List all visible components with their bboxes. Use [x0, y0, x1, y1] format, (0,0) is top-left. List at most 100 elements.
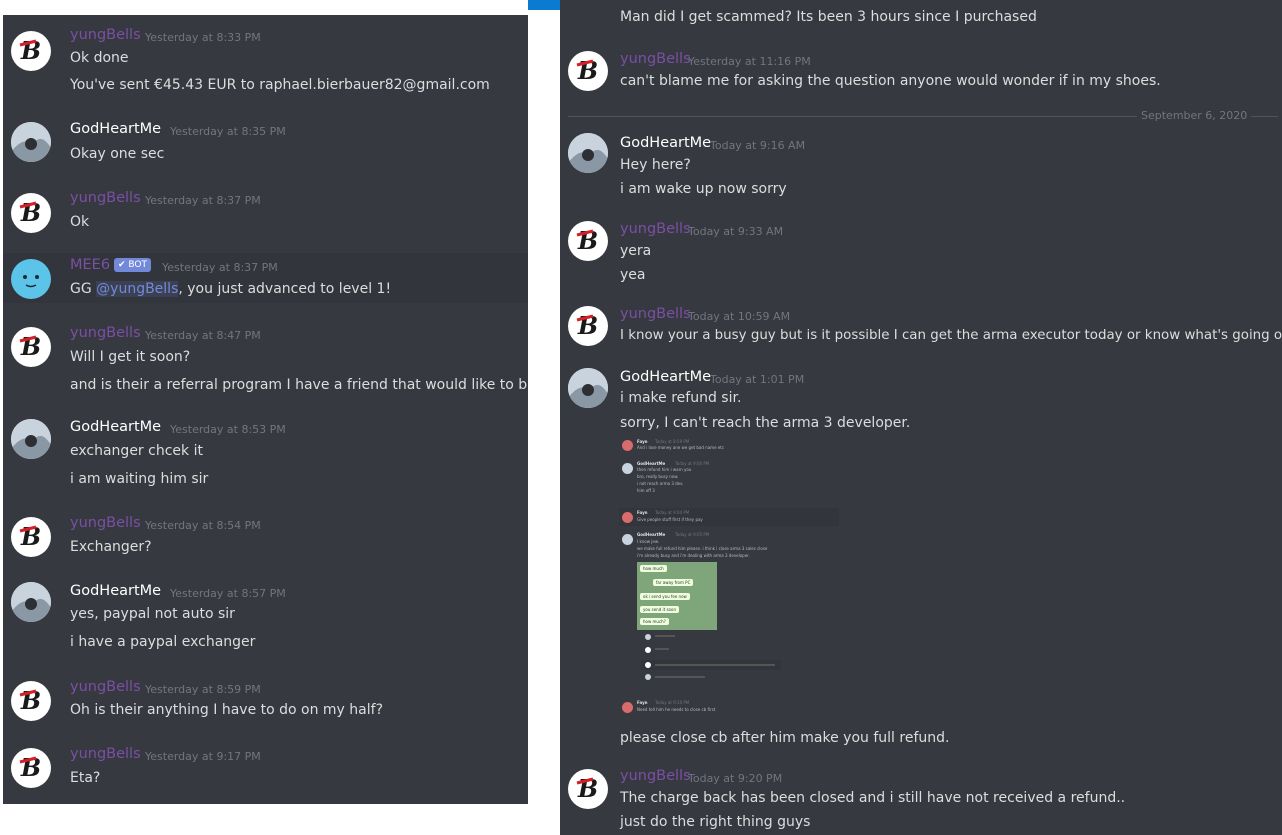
mini-timestamp: Today at 9:04 PM: [655, 510, 690, 515]
message-line: The charge back has been closed and i st…: [620, 790, 1126, 806]
bridgestone-avatar[interactable]: B: [568, 51, 608, 91]
message-line: please close cb after him make you full …: [620, 730, 950, 746]
user-photo-avatar[interactable]: [11, 419, 51, 459]
message-line: Hey here?: [620, 157, 691, 173]
mini-avatar: [622, 534, 633, 545]
bridgestone-avatar[interactable]: B: [11, 327, 51, 367]
timestamp: Today at 10:59 AM: [688, 310, 791, 323]
mini-bubble: you send it soon: [640, 606, 679, 613]
author-name[interactable]: yungBells: [70, 325, 141, 341]
svg-text:B: B: [577, 311, 598, 340]
timestamp: Today at 9:20 PM: [688, 772, 783, 785]
svg-text:B: B: [577, 56, 598, 85]
mini-author: GodHeartMe: [637, 461, 666, 466]
message-line: yera: [620, 243, 652, 259]
author-name[interactable]: yungBells: [620, 768, 691, 784]
date-divider-label: September 6, 2020: [1137, 109, 1252, 122]
mini-line: I know jew.: [637, 539, 660, 544]
message-line: Will I get it soon?: [70, 349, 191, 365]
mini-line: i'm already busy and i'm dealing with ar…: [637, 553, 750, 558]
author-name[interactable]: yungBells: [70, 679, 141, 695]
timestamp: Yesterday at 8:33 PM: [145, 31, 261, 44]
embedded-screenshot[interactable]: Fayn Today at 8:59 PM And i lose money a…: [619, 438, 844, 722]
timestamp: Yesterday at 8:35 PM: [170, 125, 286, 138]
timestamp: Yesterday at 8:53 PM: [170, 423, 286, 436]
right-chat-panel: Man did I get scammed? Its been 3 hours …: [560, 0, 1282, 835]
mini-avatar: [645, 634, 651, 640]
bot-badge: ✔ BOT: [114, 258, 151, 272]
timestamp: Yesterday at 8:37 PM: [162, 261, 278, 274]
user-photo-avatar[interactable]: [11, 122, 51, 162]
timestamp: Yesterday at 9:17 PM: [145, 750, 261, 763]
mini-line: Need tell him he needs to close cb first: [637, 707, 716, 712]
bridgestone-avatar[interactable]: B: [11, 193, 51, 233]
message-line: I know your a busy guy but is it possibl…: [620, 328, 1282, 343]
mini-avatar: [645, 662, 651, 668]
svg-text:B: B: [577, 226, 598, 255]
author-name[interactable]: yungBells: [70, 190, 141, 206]
timestamp: Today at 1:01 PM: [710, 373, 805, 386]
mini-avatar: [622, 440, 633, 451]
bridgestone-avatar[interactable]: B: [568, 221, 608, 261]
message-line: GG @yungBells, you just advanced to leve…: [70, 281, 391, 297]
timestamp: Yesterday at 8:59 PM: [145, 683, 261, 696]
bridgestone-avatar[interactable]: B: [11, 681, 51, 721]
author-name[interactable]: yungBells: [620, 221, 691, 237]
bridgestone-avatar[interactable]: B: [11, 517, 51, 557]
author-name[interactable]: GodHeartMe: [70, 583, 161, 599]
message-text: , you just advanced to level 1!: [178, 281, 392, 297]
timestamp: Today at 9:33 AM: [688, 225, 784, 238]
message-line: can't blame me for asking the question a…: [620, 73, 1161, 89]
author-name[interactable]: yungBells: [70, 746, 141, 762]
author-name[interactable]: yungBells: [620, 306, 691, 322]
mini-line: bro, really busy now.: [637, 474, 679, 479]
user-photo-avatar[interactable]: [568, 368, 608, 408]
bridgestone-avatar[interactable]: B: [11, 31, 51, 71]
mini-timestamp: Today at 9:10 PM: [655, 700, 690, 705]
mini-author: Fayn: [637, 510, 648, 515]
message-line: exchanger chcek it: [70, 443, 203, 459]
message-line: i am waiting him sir: [70, 471, 209, 487]
author-name[interactable]: yungBells: [70, 27, 141, 43]
timestamp: Yesterday at 8:57 PM: [170, 587, 286, 600]
timestamp: Yesterday at 8:47 PM: [145, 329, 261, 342]
mini-avatar: [645, 674, 651, 680]
author-name[interactable]: yungBells: [620, 51, 691, 67]
mini-avatar: [622, 463, 633, 474]
message-line: i have a paypal exchanger: [70, 634, 256, 650]
mini-bubble: ok i send you fee now: [640, 593, 690, 600]
message-line: Okay one sec: [70, 146, 165, 162]
svg-text:B: B: [20, 522, 41, 551]
bridgestone-avatar[interactable]: B: [568, 769, 608, 809]
author-name[interactable]: GodHeartMe: [70, 419, 161, 435]
timestamp: Today at 9:16 AM: [710, 139, 806, 152]
user-mention[interactable]: @yungBells: [96, 281, 179, 297]
user-photo-avatar[interactable]: [568, 133, 608, 173]
mini-line: And i lose money ane we get bad name etc: [637, 445, 725, 450]
bridgestone-avatar[interactable]: B: [568, 306, 608, 346]
mini-author: Fayn: [637, 700, 648, 705]
message-line: i am wake up now sorry: [620, 181, 787, 197]
svg-text:B: B: [20, 198, 41, 227]
mini-text-bar: [655, 635, 675, 637]
author-name[interactable]: GodHeartMe: [620, 135, 711, 151]
author-name[interactable]: GodHeartMe: [70, 121, 161, 137]
timestamp: Yesterday at 8:37 PM: [145, 194, 261, 207]
message-text: GG: [70, 281, 97, 297]
message-line: Ok done: [70, 50, 129, 66]
mini-timestamp: Today at 9:05 PM: [675, 532, 710, 537]
author-name[interactable]: yungBells: [70, 515, 141, 531]
mee6-avatar[interactable]: [11, 259, 51, 299]
message-line: Ok: [70, 214, 90, 230]
mini-timestamp: Today at 9:00 PM: [675, 461, 710, 466]
author-name[interactable]: GodHeartMe: [620, 369, 711, 385]
timestamp: Yesterday at 8:54 PM: [145, 519, 261, 532]
message-line: and is their a referral program I have a…: [70, 377, 528, 393]
user-photo-avatar[interactable]: [11, 582, 51, 622]
svg-text:B: B: [577, 774, 598, 803]
bridgestone-avatar[interactable]: B: [11, 748, 51, 788]
mini-timestamp: Today at 8:59 PM: [655, 439, 690, 444]
svg-text:B: B: [20, 36, 41, 65]
author-name[interactable]: MEE6: [70, 257, 110, 273]
left-chat-panel: B yungBells Yesterday at 8:33 PM Ok done…: [3, 15, 528, 804]
